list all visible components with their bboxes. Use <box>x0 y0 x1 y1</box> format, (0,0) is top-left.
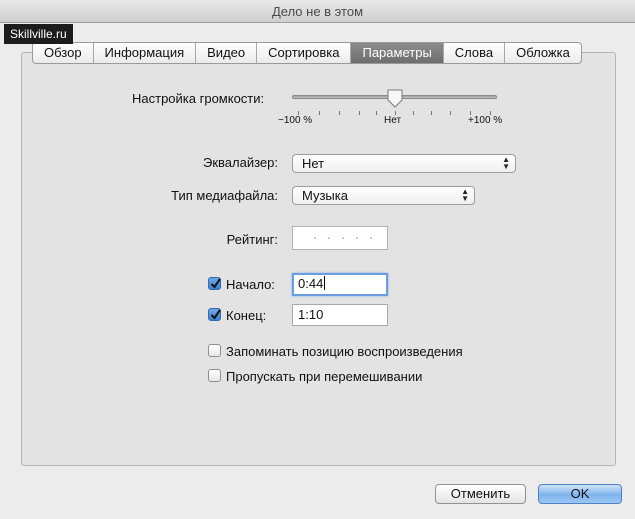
tab-bar: Обзор Информация Видео Сортировка Параме… <box>32 42 582 64</box>
equalizer-popup[interactable]: Нет ▲ ▼ <box>292 154 516 173</box>
text-caret <box>324 276 326 290</box>
slider-tick <box>339 111 340 115</box>
volume-min-label: −100 % <box>278 115 313 126</box>
start-label: Начало: <box>226 277 275 292</box>
watermark-label: Skillville.ru <box>4 24 73 44</box>
skip-shuffle-checkbox[interactable] <box>208 369 221 382</box>
checkmark-icon <box>210 278 221 289</box>
start-checkbox[interactable] <box>208 277 221 290</box>
stop-time-value: 1:10 <box>298 307 324 322</box>
volume-label: Настройка громкости: <box>132 91 265 106</box>
window-title: Дело не в этом <box>271 4 364 19</box>
volume-mid-label: Нет <box>384 115 402 126</box>
start-time-value: 0:44 <box>298 276 324 291</box>
checkmark-icon <box>210 309 221 320</box>
stop-label: Конец: <box>226 308 267 323</box>
slider-tick <box>413 111 414 115</box>
tab-video[interactable]: Видео <box>196 43 258 63</box>
slider-tick <box>431 111 432 115</box>
equalizer-value: Нет <box>302 156 325 171</box>
volume-max-label: +100 % <box>468 115 503 126</box>
media-type-popup[interactable]: Музыка ▲ ▼ <box>292 186 475 205</box>
rating-stars[interactable] <box>292 226 388 250</box>
tab-summary[interactable]: Обзор <box>33 43 94 63</box>
stop-time-field[interactable]: 1:10 <box>292 304 388 326</box>
rating-label: Рейтинг: <box>226 232 278 247</box>
tab-lyrics[interactable]: Слова <box>444 43 506 63</box>
cancel-button[interactable]: Отменить <box>435 484 526 504</box>
title-bar: Дело не в этом <box>0 0 635 23</box>
slider-tick <box>319 111 320 115</box>
tab-info[interactable]: Информация <box>94 43 197 63</box>
rating-star-empty[interactable] <box>342 237 344 239</box>
start-time-field[interactable]: 0:44 <box>292 273 388 296</box>
equalizer-label: Эквалайзер: <box>203 155 278 170</box>
updown-arrows-icon: ▲ ▼ <box>461 187 469 203</box>
slider-tick <box>450 111 451 115</box>
skip-shuffle-label: Пропускать при перемешивании <box>226 369 423 384</box>
rating-star-empty[interactable] <box>328 237 330 239</box>
tab-options[interactable]: Параметры <box>351 43 444 63</box>
updown-arrows-icon: ▲ ▼ <box>502 155 510 171</box>
ok-button[interactable]: OK <box>538 484 622 504</box>
media-type-label: Тип медиафайла: <box>171 188 278 203</box>
stop-checkbox[interactable] <box>208 308 221 321</box>
rating-star-empty[interactable] <box>314 237 316 239</box>
slider-tick <box>376 111 377 115</box>
slider-tick <box>359 111 360 115</box>
media-type-value: Музыка <box>302 188 348 203</box>
rating-star-empty[interactable] <box>370 237 372 239</box>
slider-thumb-icon[interactable] <box>386 89 404 109</box>
remember-position-label: Запоминать позицию воспроизведения <box>226 344 463 359</box>
tab-artwork[interactable]: Обложка <box>505 43 581 63</box>
tab-sorting[interactable]: Сортировка <box>257 43 352 63</box>
rating-star-empty[interactable] <box>356 237 358 239</box>
remember-position-checkbox[interactable] <box>208 344 221 357</box>
